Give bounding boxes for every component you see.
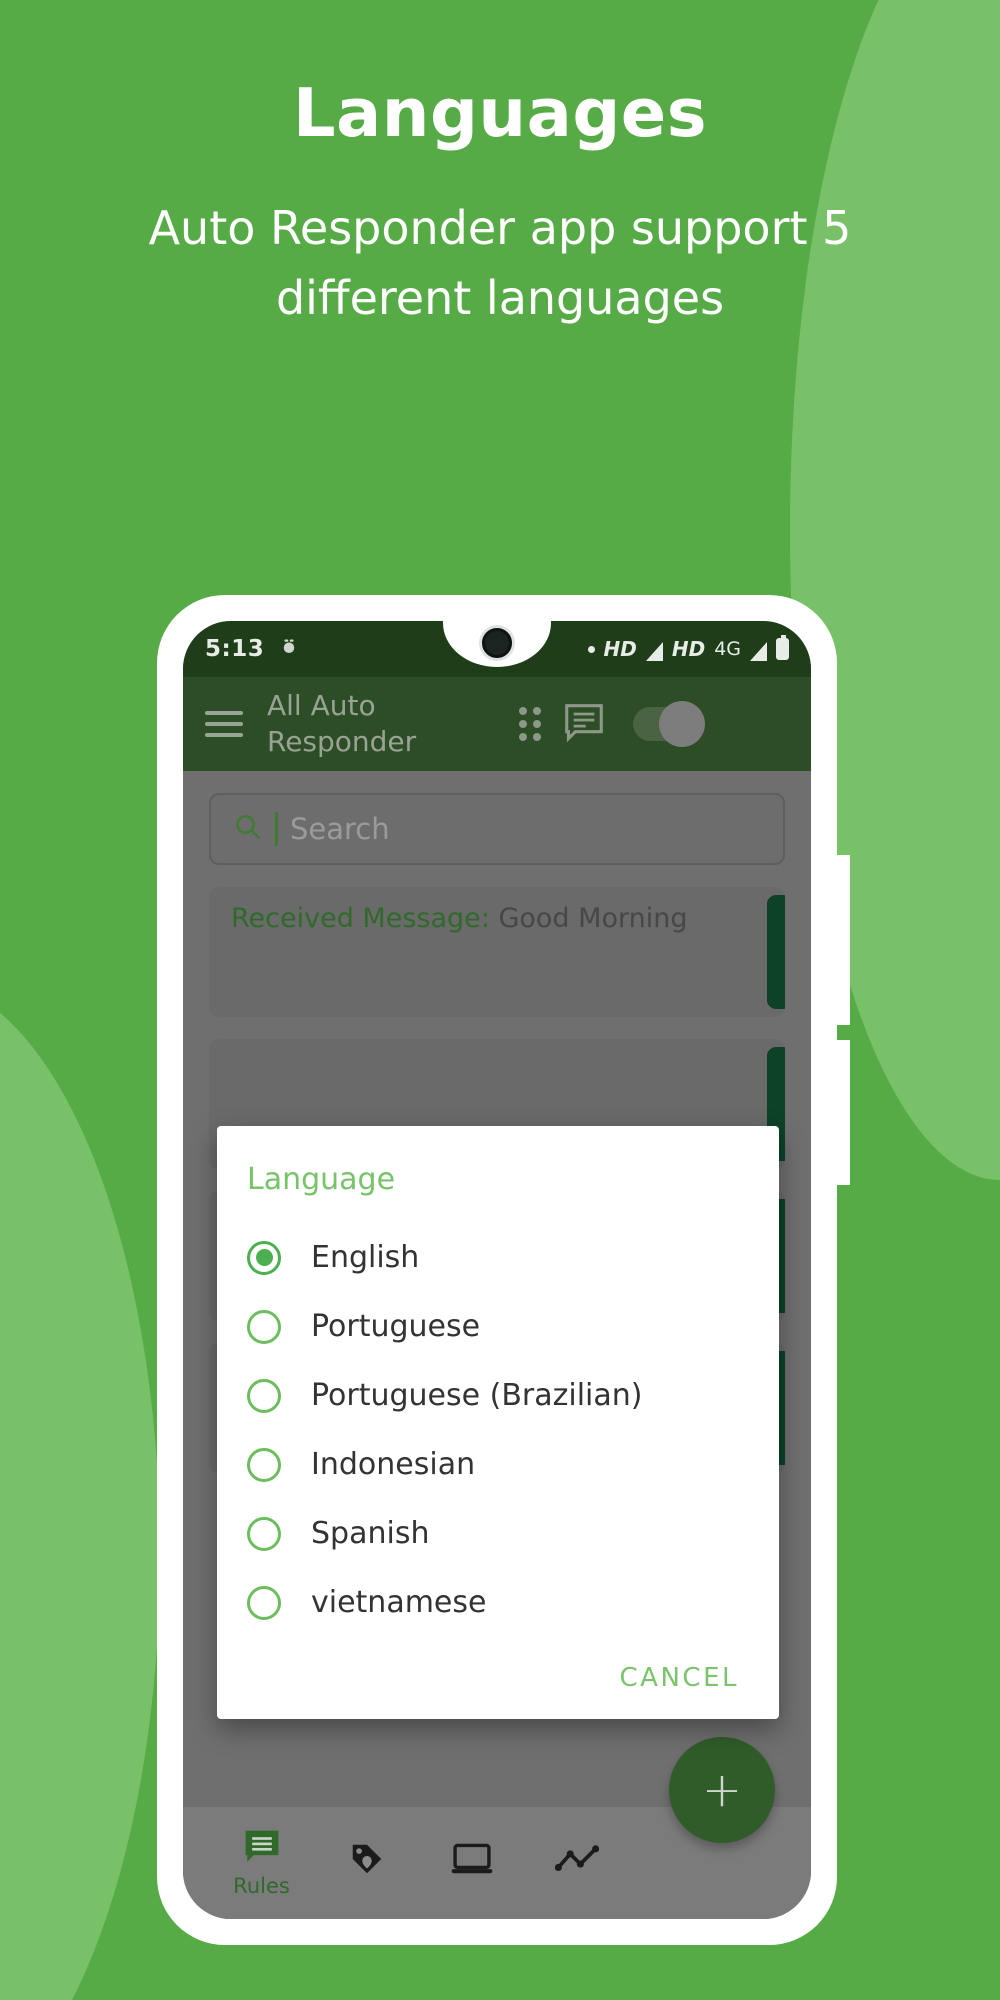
option-label: Indonesian (311, 1447, 476, 1482)
alarm-icon (280, 636, 298, 662)
status-bar-right: HD HD 4G (587, 635, 789, 661)
page-title: Languages (292, 74, 708, 152)
app-bar: All Auto Responder (183, 677, 811, 771)
language-option-indonesian[interactable]: Indonesian (217, 1430, 779, 1499)
network-type-label: 4G (714, 638, 741, 660)
option-label: English (311, 1240, 420, 1275)
radio-unselected-icon[interactable] (247, 1585, 281, 1620)
main-content: Search Received Message: Good Morning + … (183, 771, 811, 1919)
language-option-portuguese[interactable]: Portuguese (217, 1292, 779, 1361)
signal-triangle-icon-1 (645, 641, 663, 661)
master-toggle-switch[interactable] (633, 701, 705, 747)
option-label: Portuguese (Brazilian) (311, 1378, 643, 1413)
radio-unselected-icon[interactable] (247, 1309, 281, 1344)
phone-screen: 5:13 HD HD 4G All Auto Responder Search … (183, 621, 811, 1919)
dialog-actions: CANCEL (217, 1637, 779, 1699)
language-option-spanish[interactable]: Spanish (217, 1499, 779, 1568)
battery-icon (776, 635, 789, 660)
status-bar-left: 5:13 (205, 636, 298, 662)
dialog-title: Language (247, 1162, 396, 1197)
radio-unselected-icon[interactable] (247, 1516, 281, 1551)
toggle-knob (659, 701, 705, 747)
promo-header: Languages Auto Responder app support 5 d… (0, 0, 1000, 334)
promo-subtitle: Auto Responder app support 5 different l… (148, 201, 852, 325)
option-label: vietnamese (311, 1585, 487, 1620)
front-camera-icon (482, 628, 512, 658)
radio-unselected-icon[interactable] (247, 1447, 281, 1482)
status-time: 5:13 (205, 636, 265, 662)
message-bubble-icon[interactable] (563, 704, 607, 744)
cancel-button[interactable]: CANCEL (620, 1663, 739, 1693)
decorative-blob-left (0, 980, 160, 2000)
option-label: Portuguese (311, 1309, 481, 1344)
signal-triangle-icon-2 (750, 641, 767, 661)
app-grid-icon[interactable] (519, 707, 545, 741)
language-dialog: Language English Portuguese Portuguese (… (217, 1126, 779, 1719)
hd-label-1: HD (603, 637, 637, 661)
option-label: Spanish (311, 1516, 430, 1551)
language-option-portuguese-brazilian[interactable]: Portuguese (Brazilian) (217, 1361, 779, 1430)
language-option-vietnamese[interactable]: vietnamese (217, 1568, 779, 1637)
language-option-english[interactable]: English (217, 1223, 779, 1292)
phone-mockup: 5:13 HD HD 4G All Auto Responder Search … (157, 595, 837, 1945)
app-bar-title: All Auto Responder (267, 689, 417, 758)
promo-screenshot: Languages Auto Responder app support 5 d… (0, 0, 1000, 2000)
dot-indicator-icon (587, 645, 595, 653)
radio-selected-icon[interactable] (247, 1240, 281, 1275)
status-bar: 5:13 HD HD 4G (183, 621, 811, 677)
hamburger-menu-icon[interactable] (205, 711, 243, 737)
radio-unselected-icon[interactable] (247, 1378, 281, 1413)
hd-label-2: HD (671, 637, 706, 661)
